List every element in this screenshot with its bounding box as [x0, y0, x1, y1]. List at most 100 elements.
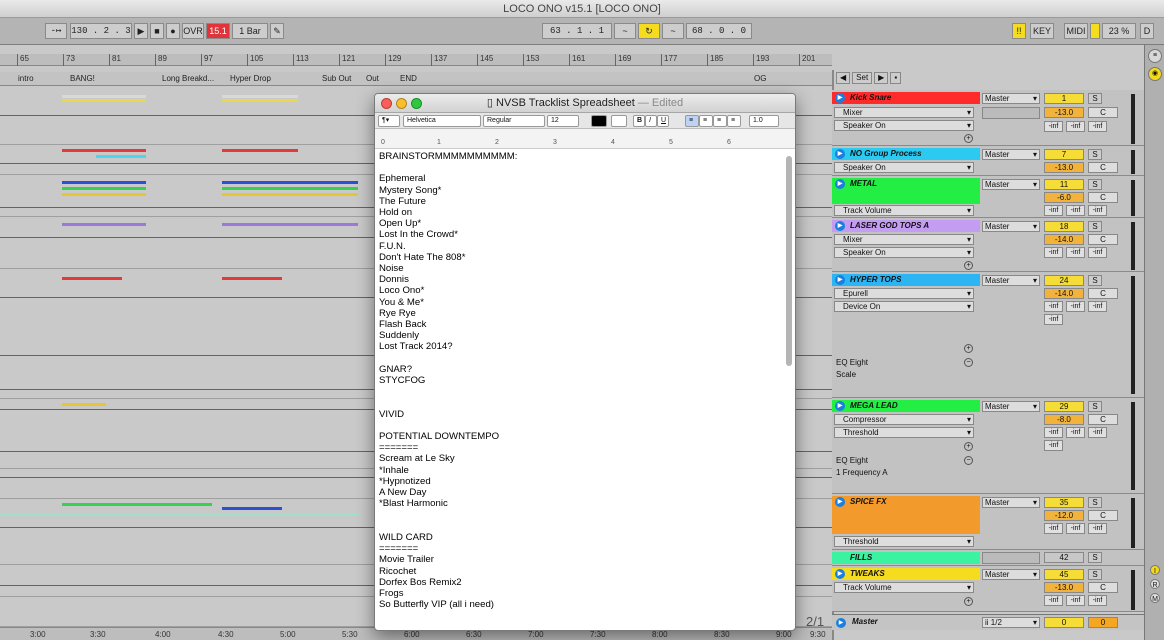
- track-kick-snare[interactable]: ▶Kick Snare Mixer Speaker On + Master 1 …: [832, 90, 1144, 146]
- param-chooser[interactable]: Speaker On: [834, 162, 974, 173]
- play-arrow-icon[interactable]: ▶: [835, 497, 845, 507]
- master-input[interactable]: ii 1/2: [982, 617, 1040, 628]
- quantize-select[interactable]: 1 Bar: [232, 23, 268, 39]
- device-chooser[interactable]: Mixer: [834, 234, 974, 245]
- locator-og[interactable]: OG: [754, 74, 766, 83]
- send-b[interactable]: -inf: [1066, 595, 1085, 606]
- pan-field[interactable]: C: [1088, 234, 1118, 245]
- camera-icon[interactable]: ▪: [890, 72, 902, 84]
- window-titlebar[interactable]: ▯ NVSB Tracklist Spreadsheet — Edited: [375, 94, 795, 113]
- clip[interactable]: [62, 149, 146, 152]
- track-name[interactable]: FILLS: [832, 552, 980, 564]
- align-center-icon[interactable]: ≡: [699, 115, 713, 127]
- locator-end[interactable]: END: [400, 74, 417, 83]
- play-arrow-icon[interactable]: ▶: [835, 275, 845, 285]
- output-routing[interactable]: Master: [982, 497, 1040, 508]
- loop-icon[interactable]: ↻: [638, 23, 660, 39]
- send-c[interactable]: -inf: [1088, 595, 1107, 606]
- send-b[interactable]: -inf: [1066, 301, 1085, 312]
- locator-hyper-drop[interactable]: Hyper Drop: [230, 74, 271, 83]
- solo-button[interactable]: S: [1088, 569, 1102, 580]
- play-arrow-icon[interactable]: ▶: [835, 149, 845, 159]
- track-name[interactable]: ▶ TWEAKS: [832, 568, 980, 580]
- add-icon[interactable]: +: [964, 134, 973, 143]
- play-arrow-icon[interactable]: ▶: [835, 569, 845, 579]
- output-routing[interactable]: Master: [982, 569, 1040, 580]
- italic-button[interactable]: I: [645, 115, 657, 127]
- send-a[interactable]: -inf: [1044, 595, 1063, 606]
- track-fills[interactable]: FILLS 42 S: [832, 550, 1144, 566]
- clip[interactable]: [62, 403, 106, 406]
- io-icon[interactable]: I: [1150, 565, 1160, 575]
- add-icon[interactable]: +: [964, 261, 973, 270]
- send-a[interactable]: -inf: [1044, 301, 1063, 312]
- r-icon[interactable]: R: [1150, 579, 1160, 589]
- play-arrow-icon[interactable]: ▶: [835, 93, 845, 103]
- volume-field[interactable]: -13.0: [1044, 107, 1084, 118]
- clip[interactable]: [222, 149, 298, 152]
- vertical-scrollbar[interactable]: [786, 156, 792, 366]
- clip[interactable]: [222, 223, 358, 226]
- key-map-icon[interactable]: !!: [1012, 23, 1026, 39]
- bar-ruler[interactable]: 65 73 81 89 97 105 113 121 129 137 145 1…: [0, 54, 832, 66]
- midi-button[interactable]: MIDI: [1064, 23, 1088, 39]
- justify-icon[interactable]: ≡: [727, 115, 741, 127]
- remove-icon[interactable]: −: [964, 456, 973, 465]
- send-d[interactable]: -inf: [1044, 314, 1063, 325]
- track-metal[interactable]: ▶METAL Track Volume Master 11 -6.0 S C -…: [832, 176, 1144, 218]
- loop-length-display[interactable]: 68 . 0 . 0: [686, 23, 752, 39]
- clip[interactable]: [222, 507, 282, 510]
- output-routing[interactable]: Master: [982, 149, 1040, 160]
- param-chooser[interactable]: Device On: [834, 301, 974, 312]
- solo-button[interactable]: S: [1088, 401, 1102, 412]
- clip[interactable]: [62, 95, 146, 98]
- close-button[interactable]: [381, 98, 392, 109]
- text-ruler[interactable]: 0 1 2 3 4 5 6: [375, 129, 795, 149]
- locator-sub-out[interactable]: Sub Out: [322, 74, 351, 83]
- solo-button[interactable]: S: [1088, 179, 1102, 190]
- master-track[interactable]: ▶ Master ii 1/2 0 0: [832, 614, 1144, 630]
- clip[interactable]: [222, 193, 358, 196]
- output-routing[interactable]: Master: [982, 179, 1040, 190]
- mixer-toggle-icon[interactable]: ◉: [1148, 67, 1162, 81]
- add-icon[interactable]: +: [964, 344, 973, 353]
- textedit-window[interactable]: ▯ NVSB Tracklist Spreadsheet — Edited ¶▾…: [374, 93, 796, 631]
- clip[interactable]: [222, 277, 282, 280]
- clip[interactable]: [62, 99, 146, 102]
- param-chooser[interactable]: Threshold: [834, 536, 974, 547]
- pan-field[interactable]: C: [1088, 288, 1118, 299]
- next-locator-button[interactable]: ▶: [874, 72, 889, 84]
- pan-field[interactable]: C: [1088, 582, 1118, 593]
- track-name[interactable]: ▶ SPICE FX: [832, 496, 980, 534]
- clip[interactable]: [62, 503, 212, 506]
- output-routing[interactable]: Master: [982, 275, 1040, 286]
- send-b[interactable]: -inf: [1066, 205, 1085, 216]
- send-a[interactable]: -inf: [1044, 427, 1063, 438]
- record-button[interactable]: ●: [166, 23, 180, 39]
- loop-start-display[interactable]: 63 . 1 . 1: [542, 23, 612, 39]
- set-button[interactable]: Set: [852, 72, 873, 84]
- track-name[interactable]: ▶ HYPER TOPS: [832, 274, 980, 286]
- send-b[interactable]: -inf: [1066, 121, 1085, 132]
- send-a[interactable]: -inf: [1044, 247, 1063, 258]
- punch-out-icon[interactable]: ~: [662, 23, 684, 39]
- follow-button[interactable]: -↦: [45, 23, 67, 39]
- track-no-group-process[interactable]: ▶NO Group Process Speaker On Master 7 -1…: [832, 146, 1144, 176]
- locator-long-breakdown[interactable]: Long Breakd...: [162, 74, 214, 83]
- pan-field[interactable]: C: [1088, 510, 1118, 521]
- clip[interactable]: [62, 181, 146, 184]
- play-arrow-icon[interactable]: ▶: [835, 401, 845, 411]
- minimize-button[interactable]: [396, 98, 407, 109]
- send-b[interactable]: -inf: [1066, 523, 1085, 534]
- browser-toggle-icon[interactable]: ≡: [1148, 49, 1162, 63]
- track-tweaks[interactable]: ▶TWEAKS Track Volume + Master 45 -13.0 S…: [832, 566, 1144, 612]
- param-chooser[interactable]: Track Volume: [834, 582, 974, 593]
- clip[interactable]: [0, 513, 360, 516]
- clip[interactable]: [222, 99, 298, 102]
- clip[interactable]: [62, 193, 146, 196]
- highlight-swatch[interactable]: [611, 115, 627, 127]
- device-chooser[interactable]: Compressor: [834, 414, 974, 425]
- send-c[interactable]: -inf: [1088, 121, 1107, 132]
- clip[interactable]: [222, 187, 358, 190]
- align-left-icon[interactable]: ≡: [685, 115, 699, 127]
